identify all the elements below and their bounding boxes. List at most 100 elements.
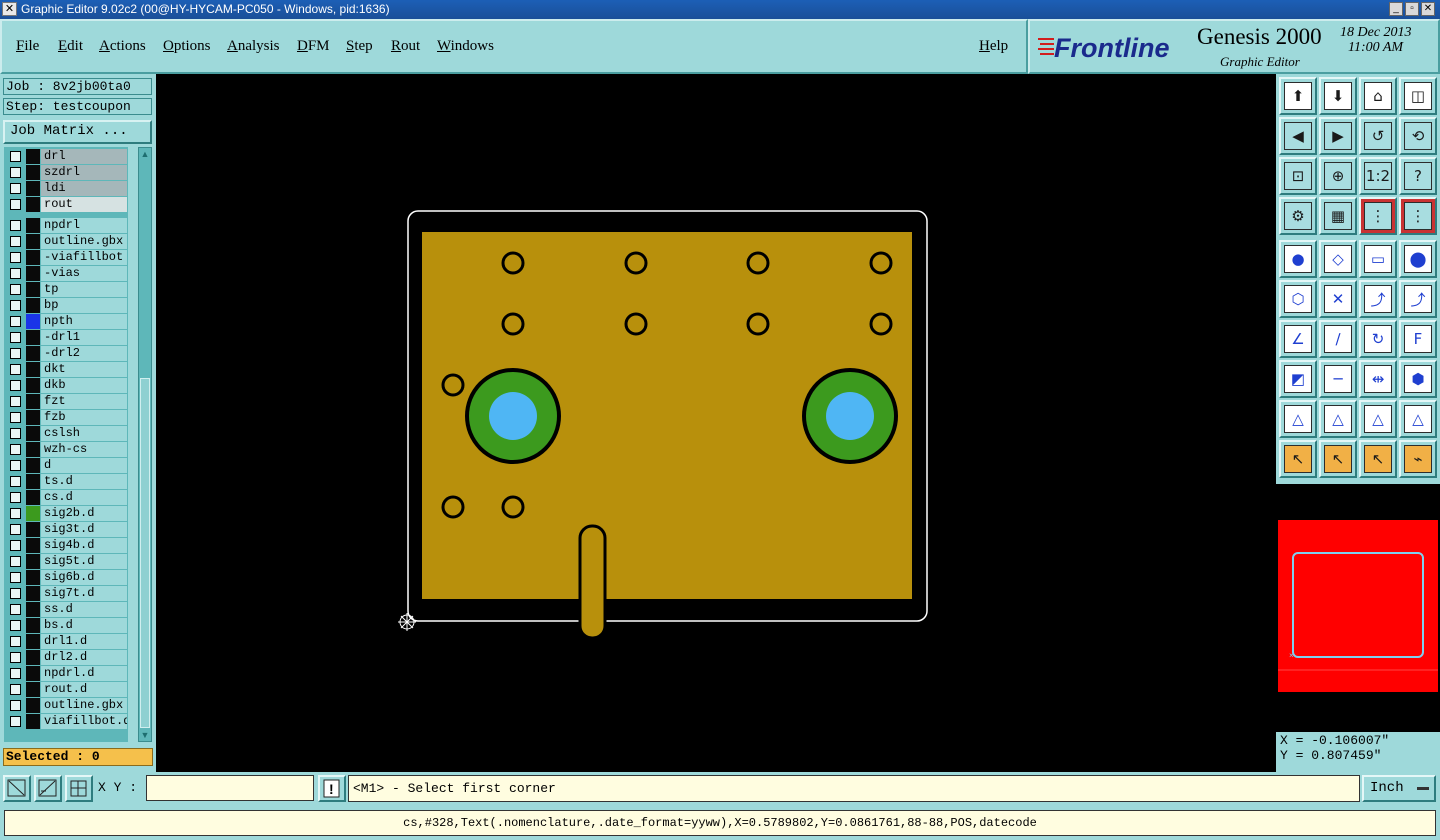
layer-checkbox[interactable]	[10, 460, 21, 471]
layer-name[interactable]: drl1.d	[41, 634, 127, 649]
tool-ruler-button[interactable]: ▭	[1359, 240, 1397, 278]
board-drawing[interactable]	[156, 74, 1276, 772]
layer-color-swatch[interactable]	[26, 330, 40, 345]
layer-color-swatch[interactable]	[26, 570, 40, 585]
layer-row[interactable]: sig2b.d	[4, 506, 128, 522]
layer-row[interactable]: d	[4, 458, 128, 474]
layer-checkbox[interactable]	[10, 540, 21, 551]
layer-checkbox[interactable]	[10, 604, 21, 615]
layer-row[interactable]: sig4b.d	[4, 538, 128, 554]
tool-pointer-button[interactable]: ↖	[1279, 440, 1317, 478]
tool-snap-pad-button[interactable]: ◩	[1279, 360, 1317, 398]
layer-name[interactable]: outline.gbx	[41, 698, 127, 713]
layer-checkbox[interactable]	[10, 364, 21, 375]
layer-name[interactable]: npdrl	[41, 218, 127, 233]
layer-row[interactable]: npdrl.d	[4, 666, 128, 682]
layer-checkbox[interactable]	[10, 700, 21, 711]
layer-row[interactable]: sig3t.d	[4, 522, 128, 538]
layer-row[interactable]: rout	[4, 197, 128, 213]
layer-name[interactable]: tp	[41, 282, 127, 297]
layer-row[interactable]: rout.d	[4, 682, 128, 698]
tool-select-box-button[interactable]: ↖	[1319, 440, 1357, 478]
tool-line-button[interactable]: ∕	[1319, 320, 1357, 358]
layer-color-swatch[interactable]	[26, 474, 40, 489]
layer-checkbox[interactable]	[10, 396, 21, 407]
measure-mode-button[interactable]	[34, 775, 62, 802]
app-icon[interactable]: ✕	[2, 2, 17, 16]
xy-input[interactable]	[146, 775, 314, 801]
layer-name[interactable]: ldi	[41, 181, 127, 196]
layer-row[interactable]: fzt	[4, 394, 128, 410]
layer-checkbox[interactable]	[10, 412, 21, 423]
minimize-button[interactable]: _	[1389, 2, 1403, 16]
layer-row[interactable]: szdrl	[4, 165, 128, 181]
layer-color-swatch[interactable]	[26, 410, 40, 425]
layer-name[interactable]: d	[41, 458, 127, 473]
layer-checkbox[interactable]	[10, 492, 21, 503]
units-selector[interactable]: Inch	[1362, 775, 1436, 802]
layer-row[interactable]: -viafillbot	[4, 250, 128, 266]
layer-checkbox[interactable]	[10, 151, 21, 162]
layer-checkbox[interactable]	[10, 524, 21, 535]
layer-checkbox[interactable]	[10, 652, 21, 663]
layer-row[interactable]: wzh-cs	[4, 442, 128, 458]
layer-checkbox[interactable]	[10, 348, 21, 359]
layer-color-swatch[interactable]	[26, 282, 40, 297]
layer-checkbox[interactable]	[10, 444, 21, 455]
tool-net-select-button[interactable]: ⋮	[1399, 197, 1437, 235]
layer-color-swatch[interactable]	[26, 458, 40, 473]
layer-color-swatch[interactable]	[26, 266, 40, 281]
tool-layer-down-button[interactable]: ⬇	[1319, 77, 1357, 115]
layer-color-swatch[interactable]	[26, 426, 40, 441]
layer-color-swatch[interactable]	[26, 586, 40, 601]
tool-text-feature-button[interactable]: F	[1399, 320, 1437, 358]
layer-name[interactable]: npth	[41, 314, 127, 329]
layer-checkbox[interactable]	[10, 636, 21, 647]
layer-checkbox[interactable]	[10, 167, 21, 178]
tool-measure-button[interactable]: ─	[1319, 360, 1357, 398]
layer-row[interactable]: ldi	[4, 181, 128, 197]
tool-zoom-back-button[interactable]: ↺	[1359, 117, 1397, 155]
layer-color-swatch[interactable]	[26, 666, 40, 681]
menu-file[interactable]: File	[16, 38, 39, 55]
layer-row[interactable]: -vias	[4, 266, 128, 282]
menu-help[interactable]: Help	[979, 38, 1008, 55]
layer-checkbox[interactable]	[10, 332, 21, 343]
tool-grid-button[interactable]: ▦	[1319, 197, 1357, 235]
menu-analysis[interactable]: Analysis	[227, 38, 280, 55]
layer-checkbox[interactable]	[10, 284, 21, 295]
layer-color-swatch[interactable]	[26, 346, 40, 361]
layer-row[interactable]: bp	[4, 298, 128, 314]
layer-checkbox[interactable]	[10, 668, 21, 679]
tool-select-group-button[interactable]: ⬢	[1399, 360, 1437, 398]
layer-checkbox[interactable]	[10, 252, 21, 263]
layer-name[interactable]: -vias	[41, 266, 127, 281]
layer-checkbox[interactable]	[10, 620, 21, 631]
layer-color-swatch[interactable]	[26, 554, 40, 569]
layer-checkbox[interactable]	[10, 428, 21, 439]
layer-name[interactable]: outline.gbx	[41, 234, 127, 249]
job-matrix-button[interactable]: Job Matrix ...	[3, 120, 152, 144]
layer-row[interactable]: drl	[4, 149, 128, 165]
layer-name[interactable]: ts.d	[41, 474, 127, 489]
layer-checkbox[interactable]	[10, 183, 21, 194]
layer-color-swatch[interactable]	[26, 362, 40, 377]
layer-row[interactable]: outline.gbx	[4, 234, 128, 250]
layer-name[interactable]: -drl1	[41, 330, 127, 345]
tool-select-single-button[interactable]: ↖	[1359, 440, 1397, 478]
layer-color-swatch[interactable]	[26, 314, 40, 329]
layer-name[interactable]: -viafillbot	[41, 250, 127, 265]
tool-triangle-d-button[interactable]: △	[1399, 400, 1437, 438]
layer-checkbox[interactable]	[10, 300, 21, 311]
layer-name[interactable]: sig5t.d	[41, 554, 127, 569]
tool-settings-button[interactable]: ⚙	[1279, 197, 1317, 235]
tool-zoom-fit-button[interactable]: ⊡	[1279, 157, 1317, 195]
layer-color-swatch[interactable]	[26, 149, 40, 164]
tool-pan-left-button[interactable]: ◀	[1279, 117, 1317, 155]
tool-pad-select-button[interactable]: ⬤	[1399, 240, 1437, 278]
layer-row[interactable]: drl1.d	[4, 634, 128, 650]
alert-button[interactable]: !	[318, 775, 346, 802]
layer-color-swatch[interactable]	[26, 218, 40, 233]
layer-color-swatch[interactable]	[26, 650, 40, 665]
layer-checkbox[interactable]	[10, 476, 21, 487]
